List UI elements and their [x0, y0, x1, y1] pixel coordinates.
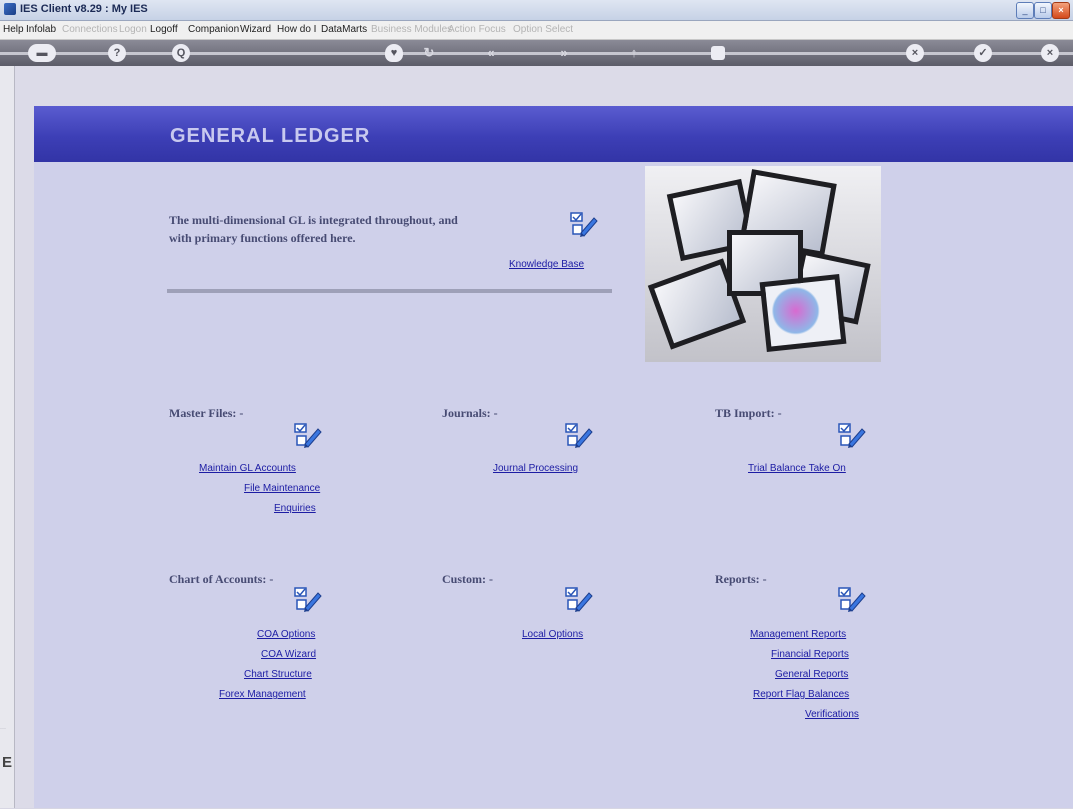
master-files-icon[interactable]: [293, 422, 323, 457]
menu-business-modules[interactable]: Business Modules: [371, 24, 452, 35]
window-title: IES Client v8.29 : My IES: [20, 3, 148, 15]
financial-reports-link[interactable]: Financial Reports: [771, 649, 849, 660]
intro-divider: [167, 289, 612, 293]
menu-companion[interactable]: Companion: [188, 24, 239, 35]
nav-handle-icon[interactable]: ▬: [28, 44, 56, 62]
back-icon[interactable]: «: [482, 44, 500, 62]
ledger-photo: [645, 166, 881, 362]
journals-icon[interactable]: [564, 422, 594, 457]
help-icon[interactable]: ?: [108, 44, 126, 62]
menu-action-focus[interactable]: Action Focus: [448, 24, 506, 35]
left-frame-glyph: E: [2, 754, 13, 771]
chart-of-accounts-icon[interactable]: [293, 586, 323, 621]
cancel-icon[interactable]: ×: [906, 44, 924, 62]
knowledge-base-icon[interactable]: [569, 211, 599, 246]
refresh-icon[interactable]: ↻: [420, 44, 438, 62]
menu-datamarts[interactable]: DataMarts: [321, 24, 367, 35]
verifications-link[interactable]: Verifications: [805, 709, 859, 720]
stop-icon[interactable]: [711, 46, 725, 60]
maintain-gl-accounts-link[interactable]: Maintain GL Accounts: [199, 463, 296, 474]
minimize-button[interactable]: _: [1016, 2, 1034, 19]
coa-options-link[interactable]: COA Options: [257, 629, 315, 640]
custom-icon[interactable]: [564, 586, 594, 621]
menu-logon[interactable]: Logon: [119, 24, 147, 35]
toolbar: ▬ ? Q ♥ ↻ « » ↑ × ✓ ×: [0, 40, 1073, 66]
intro-text: The multi-dimensional GL is integrated t…: [169, 213, 458, 245]
title-bar[interactable]: IES Client v8.29 : My IES _ □ ×: [0, 0, 1073, 21]
left-frame-indicator: ···: [0, 726, 6, 732]
reports-icon[interactable]: [837, 586, 867, 621]
management-reports-link[interactable]: Management Reports: [750, 629, 846, 640]
tb-import-heading: TB Import: -: [715, 406, 782, 420]
reports-heading: Reports: -: [715, 572, 767, 586]
forward-icon[interactable]: »: [555, 44, 573, 62]
search-icon[interactable]: Q: [172, 44, 190, 62]
page-title: GENERAL LEDGER: [170, 125, 371, 147]
chart-structure-link[interactable]: Chart Structure: [244, 669, 312, 680]
journals-heading: Journals: -: [442, 406, 498, 420]
close-icon[interactable]: ×: [1041, 44, 1059, 62]
main-content: GENERAL LEDGER The multi-dimensional GL …: [15, 66, 1073, 808]
file-maintenance-link[interactable]: File Maintenance: [244, 483, 320, 494]
knowledge-base-link[interactable]: Knowledge Base: [509, 259, 584, 270]
page-header: GENERAL LEDGER: [34, 106, 1073, 162]
forex-management-link[interactable]: Forex Management: [219, 689, 306, 700]
menu-help[interactable]: Help: [3, 24, 24, 35]
app-window: IES Client v8.29 : My IES _ □ × Help Inf…: [0, 0, 1073, 809]
favorite-heart-icon[interactable]: ♥: [385, 44, 403, 62]
left-frame: ··· E: [0, 66, 15, 808]
journal-processing-link[interactable]: Journal Processing: [493, 463, 578, 474]
close-window-button[interactable]: ×: [1052, 2, 1070, 19]
trial-balance-take-on-link[interactable]: Trial Balance Take On: [748, 463, 846, 474]
custom-heading: Custom: -: [442, 572, 493, 586]
menu-wizard[interactable]: Wizard: [240, 24, 271, 35]
report-flag-balances-link[interactable]: Report Flag Balances: [753, 689, 849, 700]
chart-of-accounts-heading: Chart of Accounts: -: [169, 572, 274, 586]
app-icon: [4, 3, 16, 15]
ok-icon[interactable]: ✓: [974, 44, 992, 62]
coa-wizard-link[interactable]: COA Wizard: [261, 649, 316, 660]
master-files-heading: Master Files: -: [169, 406, 244, 420]
tb-import-icon[interactable]: [837, 422, 867, 457]
menu-bar: Help Infolab Connections Logon Logoff Co…: [0, 21, 1073, 40]
menu-connections[interactable]: Connections: [62, 24, 118, 35]
general-reports-link[interactable]: General Reports: [775, 669, 848, 680]
menu-logoff[interactable]: Logoff: [150, 24, 178, 35]
menu-option-select[interactable]: Option Select: [513, 24, 573, 35]
local-options-link[interactable]: Local Options: [522, 629, 583, 640]
up-icon[interactable]: ↑: [625, 44, 643, 62]
enquiries-link[interactable]: Enquiries: [274, 503, 316, 514]
menu-how-do-i[interactable]: How do I: [277, 24, 316, 35]
menu-infolab[interactable]: Infolab: [26, 24, 56, 35]
maximize-button[interactable]: □: [1034, 2, 1052, 19]
